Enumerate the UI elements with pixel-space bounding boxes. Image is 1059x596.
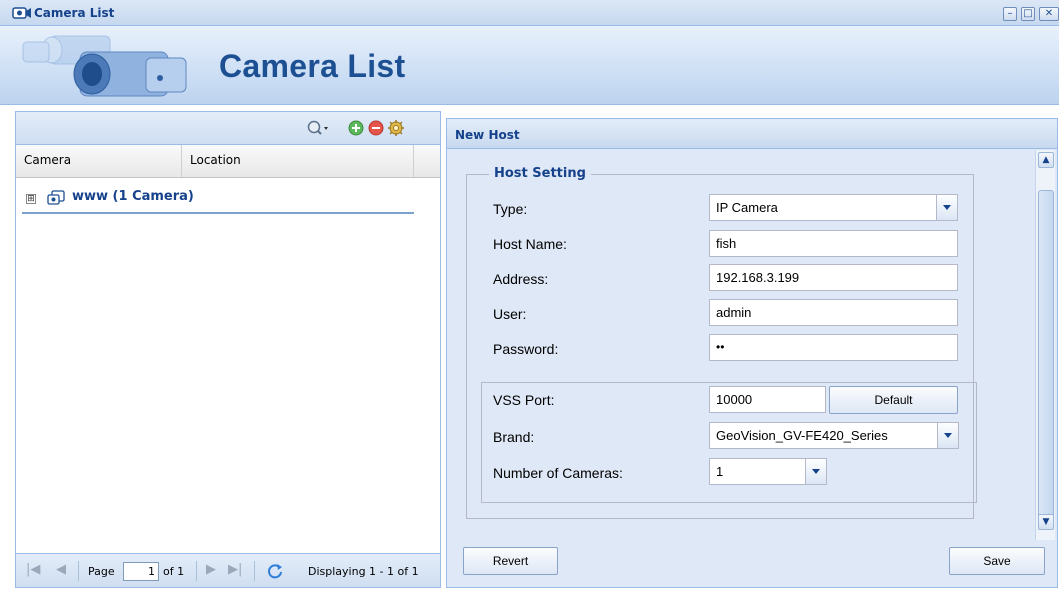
chevron-down-icon[interactable] — [936, 195, 957, 220]
refresh-icon[interactable] — [266, 562, 284, 580]
column-camera[interactable]: Camera — [16, 145, 182, 177]
password-label: Password: — [493, 341, 559, 357]
grid-header: Camera Location — [16, 145, 440, 178]
display-count: Displaying 1 - 1 of 1 — [308, 565, 419, 578]
scroll-up-icon[interactable]: ▲ — [1038, 152, 1054, 168]
chevron-down-icon[interactable] — [937, 423, 958, 448]
host-name-label: Host Name: — [493, 236, 567, 252]
next-page-icon[interactable]: ▶ — [206, 562, 216, 577]
scroll-thumb[interactable] — [1038, 190, 1054, 530]
pager-divider — [254, 561, 255, 581]
cameras-illustration — [22, 35, 187, 97]
search-icon[interactable] — [306, 119, 330, 137]
password-input[interactable]: •• — [709, 334, 958, 361]
address-label: Address: — [493, 271, 549, 287]
camera-toolbar — [16, 112, 440, 145]
minimize-button[interactable]: – — [1003, 7, 1017, 21]
type-value: IP Camera — [716, 200, 778, 215]
minimize-icon: – — [1007, 8, 1013, 19]
host-setting-legend: Host Setting — [489, 166, 591, 181]
window-titlebar: Camera List – □ ✕ — [0, 0, 1059, 26]
close-icon: ✕ — [1044, 8, 1054, 19]
remove-icon[interactable] — [367, 119, 385, 137]
banner-title: Camera List — [219, 48, 406, 84]
scroll-down-icon[interactable]: ▼ — [1038, 514, 1054, 530]
camera-group-icon — [47, 190, 65, 205]
last-page-icon[interactable]: ▶| — [228, 562, 242, 577]
save-button[interactable]: Save — [949, 547, 1045, 575]
tree-node[interactable]: ⊞ www (1 Camera) — [22, 188, 414, 214]
host-panel-title: New Host — [455, 128, 520, 142]
prev-page-icon[interactable]: ◀ — [56, 562, 66, 577]
address-input[interactable]: 192.168.3.199 — [709, 264, 958, 291]
camera-icon — [12, 7, 31, 19]
maximize-button[interactable]: □ — [1021, 7, 1035, 21]
first-page-icon[interactable]: |◀ — [26, 562, 40, 577]
host-name-input[interactable]: fish — [709, 230, 958, 257]
banner: Camera List — [0, 26, 1059, 105]
vss-port-label: VSS Port: — [493, 392, 555, 408]
port-settings-box: VSS Port: 10000 Default Brand: GeoVision… — [481, 382, 977, 503]
page-label: Page — [88, 565, 115, 578]
num-cameras-select[interactable]: 1 — [709, 458, 827, 485]
expand-icon[interactable]: ⊞ — [26, 194, 36, 204]
type-label: Type: — [493, 201, 528, 217]
brand-value: GeoVision_GV-FE420_Series — [716, 428, 888, 443]
column-location[interactable]: Location — [182, 145, 414, 177]
pager-divider — [196, 561, 197, 581]
revert-button[interactable]: Revert — [463, 547, 558, 575]
host-panel: New Host Host Setting Type: IP Camera Ho… — [446, 118, 1058, 588]
window-title: Camera List — [34, 6, 115, 20]
page-number-input[interactable] — [123, 562, 159, 581]
host-setting-fieldset: Host Setting Type: IP Camera Host Name: … — [466, 166, 977, 519]
user-label: User: — [493, 306, 527, 322]
num-cameras-value: 1 — [716, 464, 724, 479]
add-icon[interactable] — [347, 119, 365, 137]
default-button[interactable]: Default — [829, 386, 958, 414]
camera-tree-panel: Camera Location ⊞ www (1 Camera) |◀ ◀ Pa… — [15, 111, 441, 588]
pagination-bar: |◀ ◀ Page of 1 ▶ ▶| Displaying 1 - 1 of … — [16, 553, 440, 587]
brand-select[interactable]: GeoVision_GV-FE420_Series — [709, 422, 959, 449]
page-of-label: of 1 — [163, 565, 185, 578]
tree-node-label: www (1 Camera) — [72, 189, 194, 204]
maximize-icon: □ — [1023, 8, 1033, 19]
user-input[interactable]: admin — [709, 299, 958, 326]
num-cameras-label: Number of Cameras: — [493, 465, 623, 481]
pager-divider — [78, 561, 79, 581]
vertical-scrollbar[interactable]: ▲ ▼ — [1035, 150, 1055, 540]
column-location-label: Location — [190, 153, 241, 167]
vss-port-input[interactable]: 10000 — [709, 386, 826, 413]
chevron-down-icon[interactable] — [805, 459, 826, 484]
settings-icon[interactable] — [387, 119, 405, 137]
column-camera-label: Camera — [24, 153, 72, 167]
type-select[interactable]: IP Camera — [709, 194, 958, 221]
host-panel-header: New Host — [447, 119, 1057, 149]
brand-label: Brand: — [493, 429, 535, 445]
close-button[interactable]: ✕ — [1039, 7, 1059, 21]
